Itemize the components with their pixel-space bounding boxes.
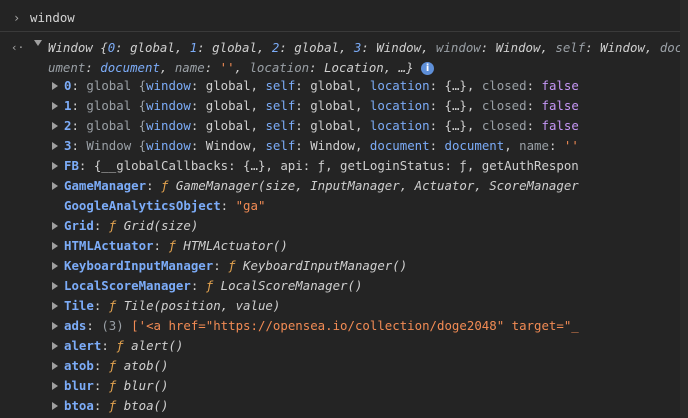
property-grid[interactable]: Grid: ƒ Grid(size)	[0, 216, 634, 236]
expand-arrow-icon[interactable]	[52, 102, 58, 110]
window-object-summary[interactable]: Window {0: global, 1: global, 2: global,…	[48, 38, 683, 78]
property-fb[interactable]: FB: {__globalCallbacks: {…}, api: ƒ, get…	[0, 156, 634, 176]
expand-arrow-icon[interactable]	[52, 382, 58, 390]
expand-toggle-icon[interactable]	[34, 40, 42, 46]
expand-arrow-icon[interactable]	[52, 162, 58, 170]
expand-arrow-icon[interactable]	[52, 142, 58, 150]
property-row-0[interactable]: 0: global {window: global, self: global,…	[0, 76, 634, 96]
expand-arrow-icon[interactable]	[52, 362, 58, 370]
property-row-2[interactable]: 2: global {window: global, self: global,…	[0, 116, 634, 136]
expand-arrow-icon[interactable]	[52, 262, 58, 270]
expand-arrow-icon[interactable]	[52, 122, 58, 130]
expand-arrow-icon[interactable]	[52, 182, 58, 190]
property-tile[interactable]: Tile: ƒ Tile(position, value)	[0, 296, 634, 316]
property-list: 0: global {window: global, self: global,…	[0, 76, 688, 416]
expand-arrow-icon[interactable]	[52, 322, 58, 330]
separator	[0, 31, 688, 32]
expand-arrow-icon[interactable]	[52, 342, 58, 350]
expand-arrow-icon[interactable]	[52, 282, 58, 290]
prompt-chevron-icon: ›	[13, 11, 21, 25]
info-icon[interactable]: i	[421, 62, 435, 75]
property-googleanalyticsobject: GoogleAnalyticsObject: "ga"	[64, 198, 266, 213]
expand-arrow-icon[interactable]	[52, 402, 58, 410]
expand-arrow-icon[interactable]	[52, 242, 58, 250]
expand-arrow-icon[interactable]	[52, 222, 58, 230]
property-gamemanager[interactable]: GameManager: ƒ GameManager(size, InputMa…	[0, 176, 634, 196]
expand-arrow-icon[interactable]	[52, 82, 58, 90]
expand-arrow-icon[interactable]	[52, 302, 58, 310]
property-atob[interactable]: atob: ƒ atob()	[0, 356, 634, 376]
property-ads[interactable]: ads: (3) ['<a href="https://opensea.io/c…	[0, 316, 634, 336]
console-input-row[interactable]: › window	[0, 8, 688, 30]
property-row-3[interactable]: 3: Window {window: Window, self: Window,…	[0, 136, 634, 156]
property-blur[interactable]: blur: ƒ blur()	[0, 376, 634, 396]
scrollbar[interactable]	[680, 0, 688, 418]
property-htmlactuator[interactable]: HTMLActuator: ƒ HTMLActuator()	[0, 236, 634, 256]
property-row-1[interactable]: 1: global {window: global, self: global,…	[0, 96, 634, 116]
console-input-text[interactable]: window	[30, 8, 75, 28]
property-btoa[interactable]: btoa: ƒ btoa()	[0, 396, 634, 416]
property-alert[interactable]: alert: ƒ alert()	[0, 336, 634, 356]
return-arrow-icon: ‹·	[11, 41, 25, 54]
property-localscoremanager[interactable]: LocalScoreManager: ƒ LocalScoreManager()	[0, 276, 634, 296]
property-keyboardinputmanager[interactable]: KeyboardInputManager: ƒ KeyboardInputMan…	[0, 256, 634, 276]
